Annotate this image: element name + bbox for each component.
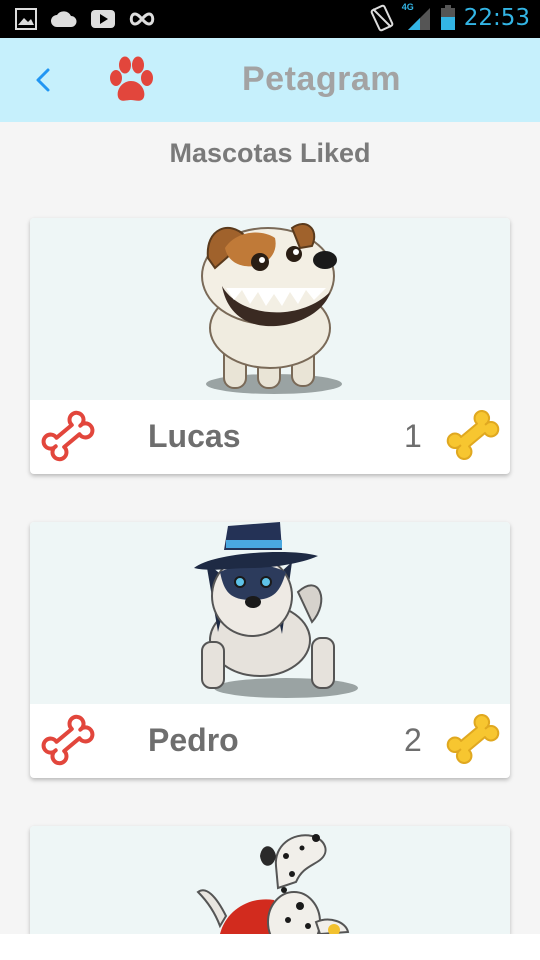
pet-card: Lucas 1 (30, 218, 510, 474)
bone-gold-icon (446, 410, 500, 460)
jack-russell-dog-icon (201, 223, 342, 394)
bone-gold-icon (446, 714, 500, 764)
like-count: 1 (404, 418, 422, 454)
youtube-icon (91, 10, 115, 28)
clock: 22:53 (463, 5, 530, 31)
bottom-edge (0, 934, 540, 960)
pet-card-footer: Lucas 1 (30, 400, 510, 474)
status-bar: 4G 22:53 (0, 0, 540, 38)
pet-image (30, 522, 510, 704)
pet-image (30, 826, 510, 934)
rating-icon (442, 404, 504, 466)
battery-icon (440, 5, 455, 30)
app-logo (108, 54, 154, 106)
pet-card (30, 826, 510, 934)
vibrate-icon (370, 4, 394, 32)
like-button[interactable] (38, 710, 98, 770)
bone-outline-icon (41, 714, 95, 766)
pet-image (30, 218, 510, 400)
chevron-left-icon (36, 68, 50, 92)
app-bar: Petagram (0, 38, 540, 122)
pet-card: Pedro 2 (30, 522, 510, 778)
paw-icon (110, 56, 153, 101)
like-button[interactable] (38, 406, 98, 466)
section-title: Mascotas Liked (169, 138, 371, 168)
like-count: 2 (404, 722, 422, 758)
pet-name: Pedro (148, 722, 239, 758)
bone-outline-icon (41, 410, 95, 462)
pet-card-footer: Pedro 2 (30, 704, 510, 778)
rating-icon (442, 708, 504, 770)
cloud-icon (51, 11, 77, 27)
signal-icon (407, 8, 430, 30)
husky-with-hat-icon (194, 522, 358, 698)
infinity-icon (129, 12, 155, 26)
pet-name: Lucas (148, 418, 241, 454)
image-icon (15, 8, 37, 30)
back-button[interactable] (28, 62, 60, 98)
app-title: Petagram (242, 60, 401, 98)
signal-indicator: 4G (402, 2, 432, 32)
dalmatian-with-cape-icon (196, 834, 350, 934)
